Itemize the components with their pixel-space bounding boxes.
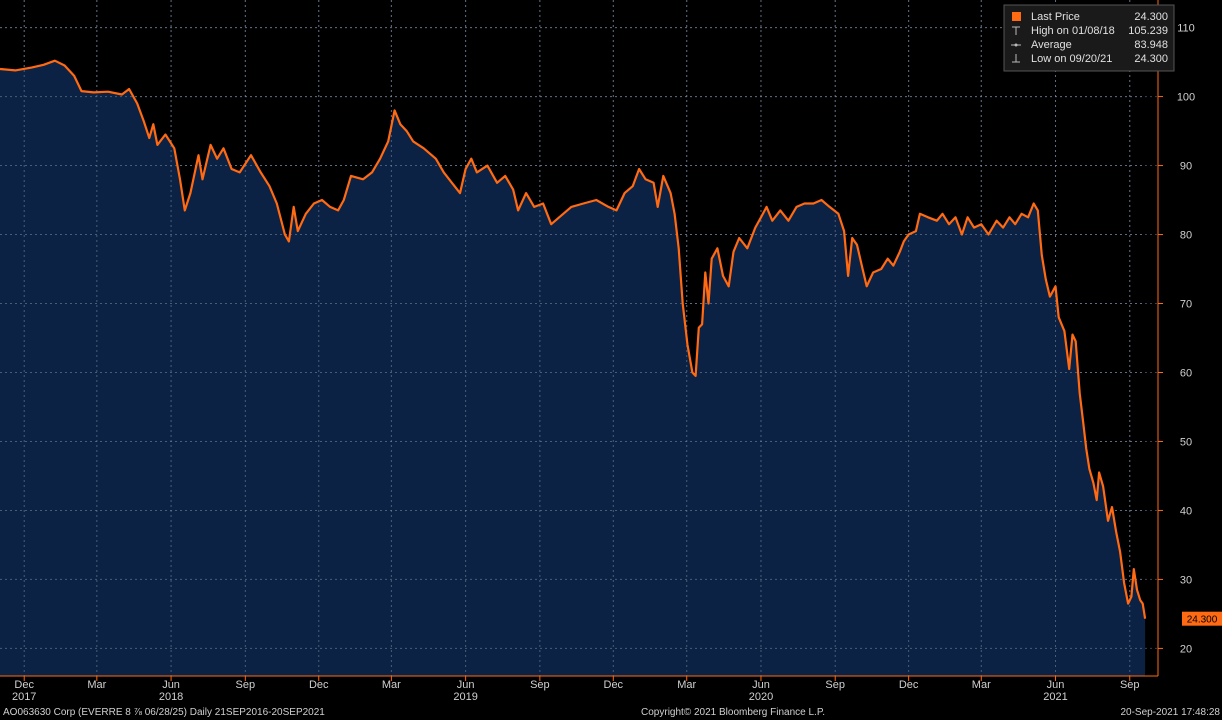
price-area	[0, 0, 1146, 676]
x-tick-label: Sep	[1120, 679, 1140, 691]
legend-label: High on 01/08/18	[1031, 25, 1115, 37]
x-year-label: 2019	[453, 691, 477, 703]
x-tick-label: Jun	[162, 679, 180, 691]
legend-value: 83.948	[1134, 39, 1168, 51]
y-tick-label: 100	[1177, 92, 1195, 104]
y-tick-label: 20	[1180, 643, 1192, 655]
x-tick-label: Sep	[825, 679, 845, 691]
y-tick-label: 70	[1180, 299, 1192, 311]
y-tick-label: 90	[1180, 161, 1192, 173]
y-tick-label: 80	[1180, 230, 1192, 242]
legend-label: Last Price	[1031, 11, 1080, 23]
x-year-label: 2020	[749, 691, 773, 703]
legend-label: Low on 09/20/21	[1031, 53, 1112, 65]
y-axis-ticks: 20 30 40 50 60 70 80 90 100 110	[1158, 23, 1195, 655]
last-value-label: 24.300	[1187, 615, 1218, 626]
y-tick-label: 30	[1180, 574, 1192, 586]
legend-row: High on 01/08/18 105.239	[1012, 25, 1168, 37]
footer-security: AO063630 Corp (EVERRE 8 ⅞ 06/28/25) Dail…	[3, 707, 325, 718]
filled-square-icon	[1012, 12, 1021, 21]
x-tick-label: Jun	[1047, 679, 1065, 691]
x-tick-label: Dec	[309, 679, 329, 691]
average-dot	[1014, 43, 1018, 47]
x-tick-label: Sep	[530, 679, 550, 691]
legend-value: 105.239	[1128, 25, 1168, 37]
y-tick-label: 110	[1177, 23, 1195, 35]
x-tick-label: Dec	[14, 679, 34, 691]
x-tick-label: Dec	[899, 679, 919, 691]
y-tick-label: 50	[1180, 436, 1192, 448]
x-tick-label: Mar	[972, 679, 991, 691]
footer: AO063630 Corp (EVERRE 8 ⅞ 06/28/25) Dail…	[3, 707, 1220, 718]
last-value-marker: 24.300	[1182, 611, 1222, 626]
legend-row: Low on 09/20/21 24.300	[1012, 53, 1168, 65]
x-tick-label: Mar	[87, 679, 106, 691]
legend-label: Average	[1031, 39, 1072, 51]
price-area-fill	[0, 60, 1146, 676]
x-tick-label: Jun	[457, 679, 475, 691]
x-tick-label: Mar	[382, 679, 401, 691]
y-tick-label: 60	[1180, 367, 1192, 379]
x-tick-label: Jun	[752, 679, 770, 691]
x-axis-ticks: Dec Mar Jun Sep Dec Mar Jun Sep Dec Mar Jun Sep Dec M…	[12, 676, 1140, 703]
legend-value: 24.300	[1134, 53, 1168, 65]
legend: Last Price 24.300 High on 01/08/18 105.239 A…	[1003, 4, 1175, 72]
legend-value: 24.300	[1134, 11, 1168, 23]
price-chart: 20 30 40 50 60 70 80 90 100 110 Dec Mar Jun Sep Dec Ma…	[0, 0, 1222, 718]
x-year-label: 2018	[159, 691, 183, 703]
x-tick-label: Sep	[236, 679, 256, 691]
footer-copyright: Copyright© 2021 Bloomberg Finance L.P.	[641, 707, 825, 718]
footer-timestamp: 20-Sep-2021 17:48:28	[1120, 707, 1220, 718]
y-tick-label: 40	[1180, 505, 1192, 517]
x-year-label: 2017	[12, 691, 36, 703]
x-tick-label: Mar	[677, 679, 696, 691]
x-tick-label: Dec	[604, 679, 624, 691]
x-year-label: 2021	[1043, 691, 1067, 703]
